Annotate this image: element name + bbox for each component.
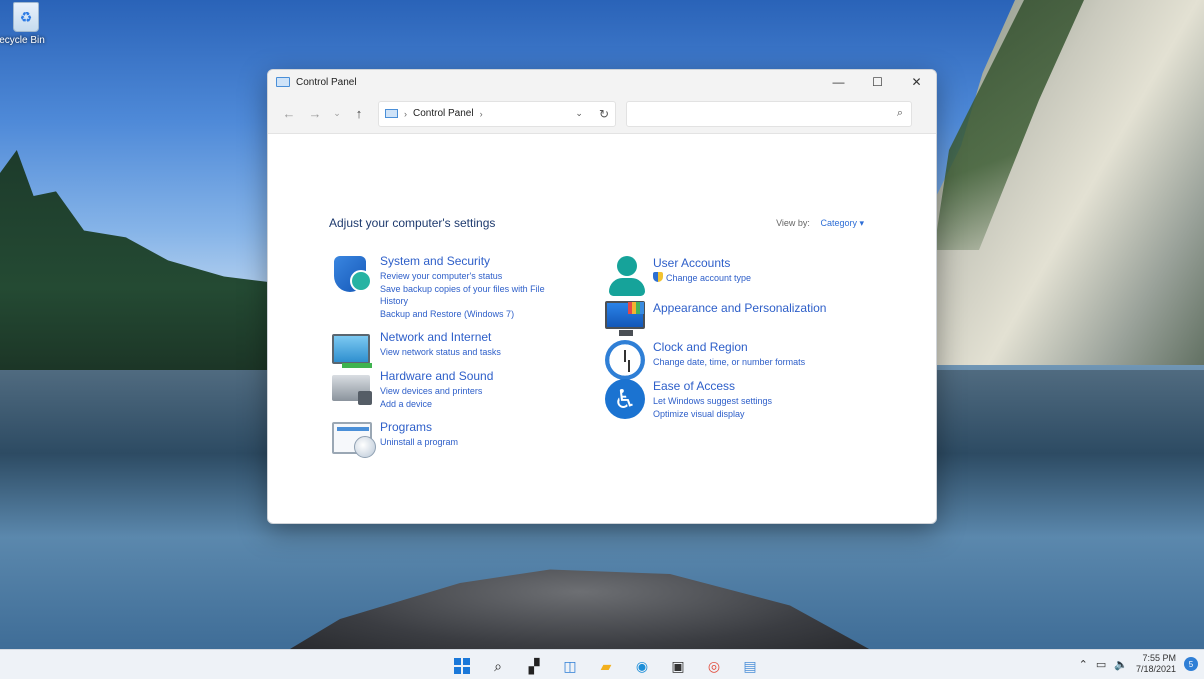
accessibility-icon[interactable]: ♿ (603, 379, 645, 419)
link-network-status[interactable]: View network status and tasks (380, 346, 501, 359)
network-icon[interactable] (330, 330, 372, 370)
control-panel-taskbar-icon[interactable]: ▤ (732, 654, 768, 678)
link-optimize-display[interactable]: Optimize visual display (653, 408, 772, 421)
monitor-palette-icon[interactable] (603, 301, 645, 341)
link-uninstall-program[interactable]: Uninstall a program (380, 436, 458, 449)
link-change-account-type[interactable]: Change account type (666, 273, 751, 283)
recycle-bin-label: ecycle Bin (0, 35, 45, 46)
recent-locations-chevron-icon[interactable]: ⌄ (328, 101, 346, 127)
system-tray: ⌃ ▭ 🔈 7:55 PM 7/18/2021 5 (1079, 653, 1198, 675)
link-change-account-type-row[interactable]: Change account type (653, 272, 751, 285)
window-title: Control Panel (296, 76, 357, 88)
file-explorer-icon[interactable]: ▰ (588, 654, 624, 678)
back-arrow-icon[interactable]: ← (276, 101, 302, 127)
link-suggest-settings[interactable]: Let Windows suggest settings (653, 395, 772, 408)
link-add-device[interactable]: Add a device (380, 398, 493, 411)
link-review-status[interactable]: Review your computer's status (380, 270, 545, 283)
maximize-button[interactable]: ☐ (858, 70, 897, 94)
category-title-appearance[interactable]: Appearance and Personalization (653, 301, 826, 316)
programs-icon[interactable] (330, 420, 376, 460)
category-title-ease-of-access[interactable]: Ease of Access (653, 379, 772, 394)
recycle-bin-icon: ♻ (13, 2, 39, 32)
clock[interactable]: 7:55 PM 7/18/2021 (1136, 653, 1176, 675)
refresh-icon[interactable]: ↻ (599, 107, 609, 121)
close-button[interactable]: ✕ (897, 70, 936, 94)
tray-overflow-chevron-icon[interactable]: ⌃ (1079, 658, 1088, 671)
clock-date: 7/18/2021 (1135, 664, 1176, 674)
shield-icon[interactable] (330, 254, 372, 294)
network-status-icon[interactable]: ▭ (1096, 658, 1106, 671)
taskbar: ⌕ ▞ ◫ ▰ ◉ ▣ ◎ ▤ ⌃ ▭ 🔈 7:55 PM 7/18/2021 … (0, 649, 1204, 679)
printer-icon[interactable] (330, 369, 372, 409)
view-by-label: View by: (776, 218, 810, 228)
clock-icon[interactable] (603, 340, 645, 380)
category-title-user-accounts[interactable]: User Accounts (653, 256, 751, 271)
breadcrumb-separator: › (404, 108, 407, 119)
category-user-accounts: User Accounts Change account type (603, 256, 751, 296)
link-devices-printers[interactable]: View devices and printers (380, 385, 493, 398)
widgets-icon[interactable]: ◫ (552, 654, 588, 678)
view-by-dropdown[interactable]: Category ▾ (820, 218, 864, 228)
category-title-network[interactable]: Network and Internet (380, 330, 501, 345)
user-icon[interactable] (603, 256, 645, 296)
volume-icon[interactable]: 🔈 (1114, 658, 1128, 671)
desktop-icon-recycle-bin[interactable]: ♻ ecycle Bin (0, 2, 52, 46)
breadcrumb-separator-trail[interactable]: › (480, 109, 483, 119)
chrome-icon[interactable]: ◎ (696, 654, 732, 678)
address-dropdown-icon[interactable]: ⌄ (575, 108, 583, 119)
breadcrumb-control-panel[interactable]: Control Panel (413, 108, 474, 119)
navigation-bar: ← → ⌄ ↑ › Control Panel › ⌄ ↻ ⌕ (268, 94, 936, 134)
category-hardware-and-sound: Hardware and Sound View devices and prin… (330, 369, 493, 410)
minimize-button[interactable]: — (819, 70, 858, 94)
category-title-clock-region[interactable]: Clock and Region (653, 340, 805, 355)
task-view-icon[interactable]: ▞ (516, 654, 552, 678)
forward-arrow-icon[interactable]: → (302, 101, 328, 127)
uac-shield-icon (653, 272, 663, 282)
notification-badge[interactable]: 5 (1184, 657, 1198, 671)
category-appearance: Appearance and Personalization (603, 301, 826, 341)
title-bar[interactable]: Control Panel — ☐ ✕ (268, 70, 936, 94)
address-bar[interactable]: › Control Panel › ⌄ ↻ (378, 100, 616, 127)
control-panel-window: Control Panel — ☐ ✕ ← → ⌄ ↑ › Control Pa… (267, 69, 937, 524)
link-change-date-time[interactable]: Change date, time, or number formats (653, 356, 805, 369)
category-ease-of-access: ♿ Ease of Access Let Windows suggest set… (603, 379, 772, 420)
category-clock-and-region: Clock and Region Change date, time, or n… (603, 340, 805, 380)
search-icon[interactable]: ⌕ (480, 654, 516, 678)
control-panel-icon (276, 77, 290, 87)
category-programs: Programs Uninstall a program (330, 420, 458, 460)
category-title-system-security[interactable]: System and Security (380, 254, 545, 269)
view-by: View by: Category ▾ (776, 218, 864, 229)
category-network-and-internet: Network and Internet View network status… (330, 330, 501, 370)
taskbar-apps: ⌕ ▞ ◫ ▰ ◉ ▣ ◎ ▤ (444, 654, 768, 678)
wallpaper-forest (0, 150, 280, 380)
page-title: Adjust your computer's settings (329, 216, 496, 230)
link-backup-restore[interactable]: Backup and Restore (Windows 7) (380, 308, 545, 321)
control-panel-address-icon (385, 109, 398, 118)
search-input[interactable]: ⌕ (626, 100, 912, 127)
category-title-hardware[interactable]: Hardware and Sound (380, 369, 493, 384)
store-icon[interactable]: ▣ (660, 654, 696, 678)
link-file-history-cont[interactable]: History (380, 295, 545, 308)
link-file-history[interactable]: Save backup copies of your files with Fi… (380, 283, 545, 296)
start-icon[interactable] (444, 654, 480, 678)
up-arrow-icon[interactable]: ↑ (346, 101, 372, 127)
category-title-programs[interactable]: Programs (380, 420, 458, 435)
clock-time: 7:55 PM (1142, 653, 1176, 663)
search-icon[interactable]: ⌕ (897, 107, 903, 120)
edge-icon[interactable]: ◉ (624, 654, 660, 678)
category-system-and-security: System and Security Review your computer… (330, 254, 545, 320)
